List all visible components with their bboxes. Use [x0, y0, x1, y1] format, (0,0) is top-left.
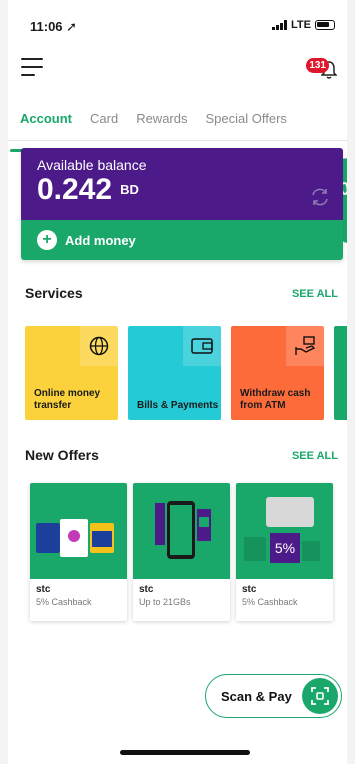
offer-image-label: 5%	[275, 540, 295, 556]
offer-desc: 5% Cashback	[36, 597, 92, 607]
services-title: Services	[25, 285, 83, 301]
notification-badge: 131	[306, 58, 329, 73]
status-time: 11:06 ➚	[30, 19, 78, 34]
refresh-icon[interactable]	[309, 186, 331, 213]
offer-image-gift-cards	[30, 483, 127, 579]
offer-brand: stc	[36, 584, 51, 595]
service-label: Bills & Payments	[137, 400, 219, 411]
service-next-peek[interactable]	[334, 326, 347, 420]
service-label: Online money transfer	[34, 388, 101, 411]
balance-card: Available balance 0.242 BD + Add money	[21, 148, 343, 260]
offer-card[interactable]: stc Up to 21GBs	[133, 483, 230, 621]
tab-card[interactable]: Card	[90, 108, 118, 140]
network-label: LTE	[291, 19, 311, 31]
balance-value: 0.242 BD	[37, 173, 327, 207]
service-label: Withdraw cash from ATM	[240, 388, 311, 411]
service-bills-payments[interactable]: Bills & Payments	[128, 326, 221, 420]
plus-icon: +	[37, 230, 57, 250]
offer-card[interactable]: 5% stc 5% Cashback	[236, 483, 333, 621]
offer-desc: 5% Cashback	[242, 597, 298, 607]
balance-currency: BD	[120, 182, 139, 197]
tab-special-offers[interactable]: Special Offers	[205, 108, 286, 140]
balance-panel: Available balance 0.242 BD	[21, 148, 343, 220]
notifications-button[interactable]: 131	[306, 58, 337, 82]
tab-rewards[interactable]: Rewards	[136, 108, 187, 140]
service-withdraw-cash[interactable]: Withdraw cash from ATM	[231, 326, 324, 420]
tab-divider	[8, 140, 347, 141]
signal-icon	[272, 20, 288, 30]
offer-image-cashback: 5%	[236, 483, 333, 579]
wallet-icon	[183, 326, 221, 366]
scan-icon	[302, 678, 338, 714]
menu-icon[interactable]	[21, 58, 43, 76]
offer-brand: stc	[139, 584, 154, 595]
scan-pay-button[interactable]: Scan & Pay	[205, 674, 342, 718]
offers-see-all-link[interactable]: SEE ALL	[292, 450, 338, 462]
tab-account[interactable]: Account	[10, 108, 82, 152]
add-money-label: Add money	[65, 232, 136, 248]
add-money-button[interactable]: + Add money	[21, 220, 343, 260]
status-icons: LTE	[272, 19, 335, 31]
offer-brand: stc	[242, 584, 257, 595]
app-screen: 11:06 ➚ LTE 131 Account Card Rewards Spe…	[8, 0, 347, 764]
globe-icon	[80, 326, 118, 366]
scan-pay-label: Scan & Pay	[221, 688, 292, 704]
offer-card[interactable]: stc 5% Cashback	[30, 483, 127, 621]
cash-withdraw-icon	[286, 326, 324, 366]
balance-label: Available balance	[37, 157, 147, 173]
offers-title: New Offers	[25, 447, 99, 463]
status-bar: 11:06 ➚ LTE	[8, 0, 347, 40]
battery-icon	[315, 20, 335, 30]
offer-desc: Up to 21GBs	[139, 597, 191, 607]
home-indicator	[120, 750, 250, 755]
account-tabs: Account Card Rewards Special Offers	[8, 108, 347, 152]
services-see-all-link[interactable]: SEE ALL	[292, 288, 338, 300]
offer-image-phone	[133, 483, 230, 579]
service-online-money-transfer[interactable]: Online money transfer	[25, 326, 118, 420]
balance-amount: 0.242	[37, 173, 113, 206]
